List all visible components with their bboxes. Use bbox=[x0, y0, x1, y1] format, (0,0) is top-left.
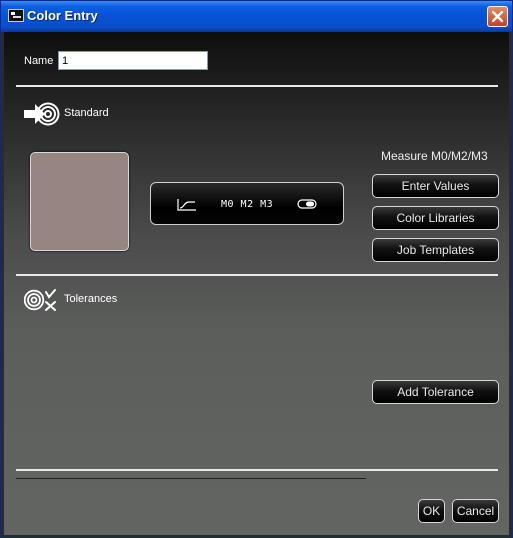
progress-line bbox=[16, 478, 366, 479]
toggle-icon[interactable] bbox=[297, 199, 317, 209]
curve-icon bbox=[177, 199, 196, 211]
close-icon bbox=[491, 10, 504, 23]
color-libraries-button[interactable]: Color Libraries bbox=[372, 206, 499, 230]
enter-values-button[interactable]: Enter Values bbox=[372, 174, 499, 198]
tolerances-label: Tolerances bbox=[64, 293, 118, 305]
dialog-content: Name Standard M0 M2 M3 Measure M0/M2/M3 … bbox=[4, 32, 509, 535]
add-tolerance-button[interactable]: Add Tolerance bbox=[372, 380, 499, 404]
tolerances-icon bbox=[24, 289, 56, 311]
divider bbox=[16, 274, 498, 276]
ok-button[interactable]: OK bbox=[418, 499, 445, 523]
standard-icon bbox=[24, 102, 60, 126]
job-templates-button[interactable]: Job Templates bbox=[372, 238, 499, 262]
color-entry-window: Color Entry Name Standard M0 M2 M3 bbox=[0, 0, 513, 538]
divider bbox=[16, 85, 498, 87]
cancel-button[interactable]: Cancel bbox=[452, 499, 499, 523]
divider bbox=[16, 469, 498, 471]
close-button[interactable] bbox=[487, 6, 508, 27]
measure-title: Measure M0/M2/M3 bbox=[381, 149, 488, 163]
standard-label: Standard bbox=[64, 107, 109, 119]
window-title: Color Entry bbox=[27, 8, 98, 23]
measure-mode-bar[interactable]: M0 M2 M3 bbox=[150, 182, 344, 225]
title-bar[interactable]: Color Entry bbox=[1, 1, 512, 32]
measure-modes-text: M0 M2 M3 bbox=[221, 199, 274, 210]
color-swatch[interactable] bbox=[30, 152, 129, 251]
name-input[interactable] bbox=[58, 51, 208, 70]
name-label: Name bbox=[24, 55, 54, 67]
app-icon bbox=[8, 9, 24, 22]
